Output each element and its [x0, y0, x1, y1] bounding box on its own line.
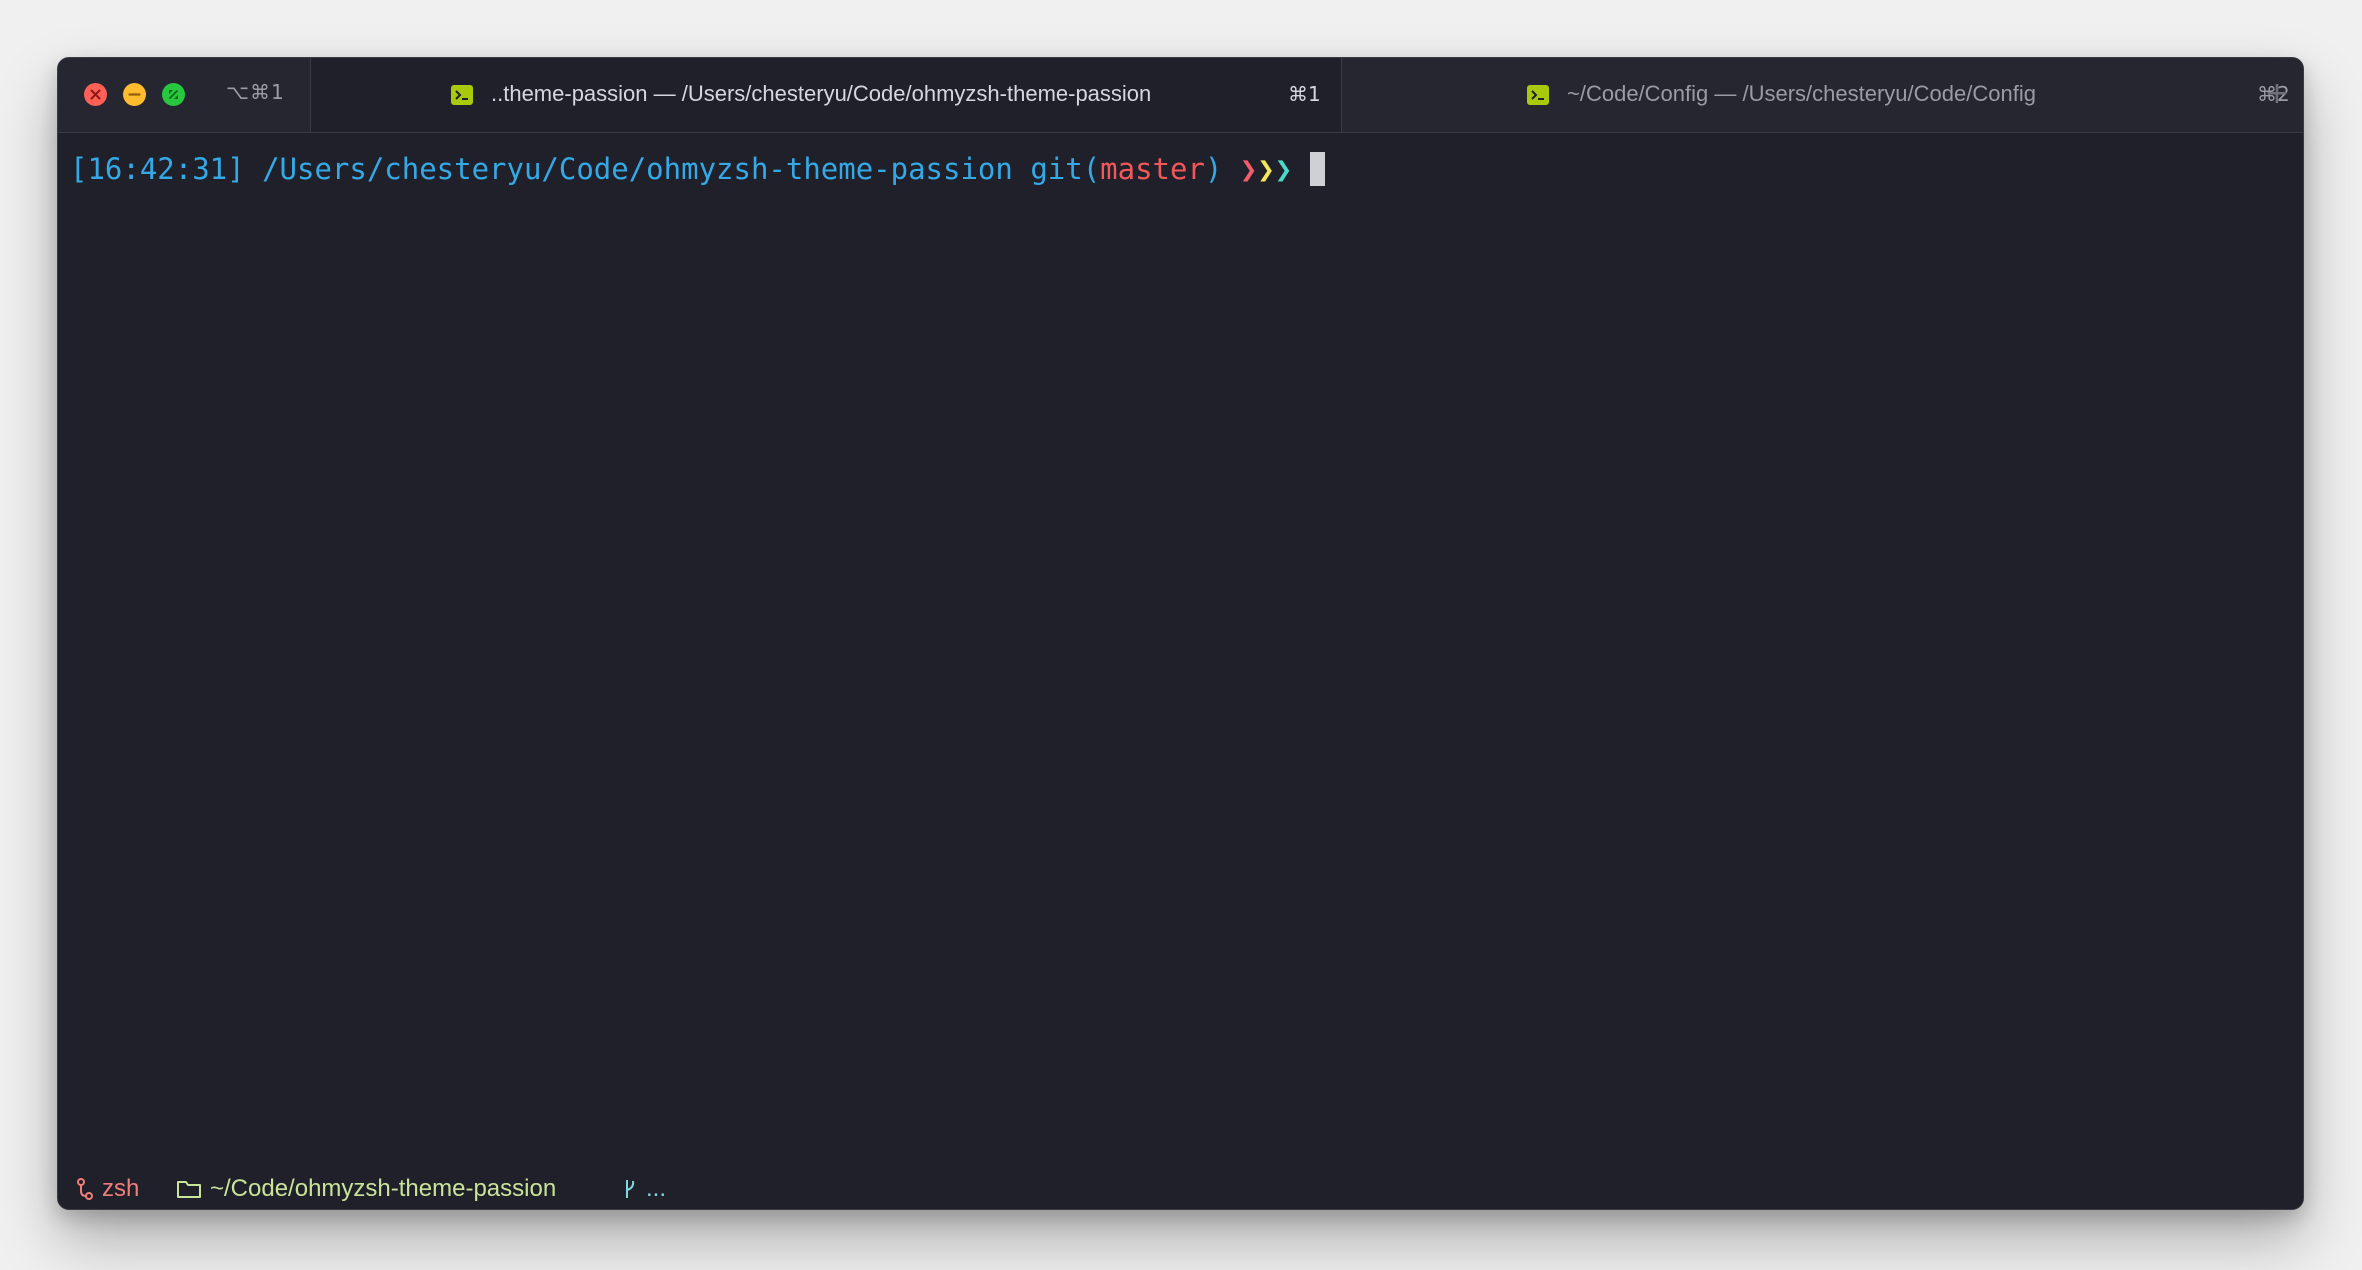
tab-hotkey: ⌘1 [1288, 82, 1321, 106]
close-button[interactable] [84, 83, 107, 106]
status-git-label: ... [646, 1175, 667, 1202]
shell-prompt: [16:42:31] /Users/chesteryu/Code/ohmyzsh… [70, 149, 1325, 189]
terminal-content[interactable]: [16:42:31] /Users/chesteryu/Code/ohmyzsh… [58, 133, 2303, 1143]
minimize-icon [128, 93, 141, 96]
prompt-arrow-yellow: ❯ [1257, 152, 1275, 186]
tab-title: ~/Code/Config — /Users/chesteryu/Code/Co… [1567, 81, 2036, 106]
tab-ohmyzsh-theme-passion[interactable]: ..theme-passion — /Users/chesteryu/Code/… [311, 58, 1342, 132]
terminal-icon [451, 85, 473, 105]
prompt-arrow-red: ❯ [1239, 152, 1258, 186]
tab-config[interactable]: ~/Code/Config — /Users/chesteryu/Code/Co… [1342, 58, 2290, 132]
new-tab-button[interactable]: + [2259, 76, 2295, 112]
prompt-git-suffix: ) [1204, 152, 1223, 186]
status-shell-label: zsh [102, 1175, 140, 1202]
window-controls [84, 83, 185, 106]
git-branch-icon [77, 1178, 93, 1200]
status-bar: zsh ~/Code/ohmyzsh-theme-passion ... [58, 1169, 2303, 1209]
status-directory[interactable]: ~/Code/ohmyzsh-theme-passion [176, 1175, 556, 1203]
terminal-window: ⌥⌘1 ..theme-passion — /Users/chesteryu/C… [57, 57, 2304, 1210]
prompt-path: /Users/chesteryu/Code/ohmyzsh-theme-pass… [262, 152, 1013, 186]
folder-icon [177, 1181, 201, 1198]
terminal-icon [1527, 85, 1549, 105]
minimize-button[interactable] [123, 83, 146, 106]
fullscreen-button[interactable] [162, 83, 185, 106]
fullscreen-icon [168, 89, 179, 100]
close-icon [90, 89, 101, 100]
prompt-branch: master [1100, 152, 1205, 186]
status-shell[interactable]: zsh [76, 1175, 139, 1203]
tab-title: ..theme-passion — /Users/chesteryu/Code/… [491, 81, 1152, 106]
status-directory-label: ~/Code/ohmyzsh-theme-passion [210, 1175, 557, 1202]
tab-bar: ⌥⌘1 ..theme-passion — /Users/chesteryu/C… [58, 58, 2303, 133]
prompt-time: [16:42:31] [70, 152, 245, 186]
window-hotkey: ⌥⌘1 [226, 80, 285, 104]
status-git[interactable]: ... [622, 1175, 666, 1203]
branch-icon [626, 1180, 635, 1198]
text-cursor [1309, 152, 1325, 186]
prompt-arrow-teal: ❯ [1274, 152, 1293, 186]
prompt-git-prefix: git( [1030, 152, 1101, 186]
